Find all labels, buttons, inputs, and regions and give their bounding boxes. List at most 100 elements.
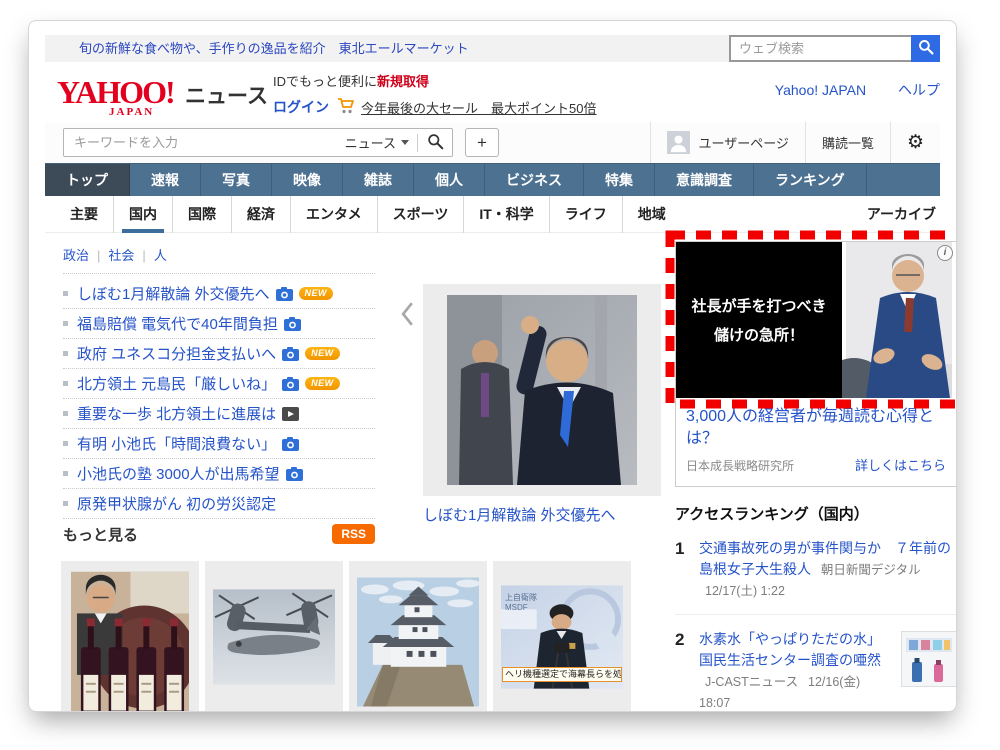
subscription-list-button[interactable]: 購読一覧 — [805, 122, 890, 163]
subscription-list-label: 購読一覧 — [822, 133, 874, 152]
yahoo-logo-japan: JAPAN — [109, 106, 154, 118]
main-photo[interactable] — [423, 284, 661, 496]
access-ranking: アクセスランキング（国内） 1 交通事故死の男が事件関与か ７年前の島根女子大生… — [675, 503, 957, 712]
tab-survey[interactable]: 意識調査 — [655, 164, 754, 196]
subnav-life[interactable]: ライフ — [549, 196, 622, 233]
ad-module: 社長が手を打つべき 儲けの急所！ i — [675, 241, 957, 487]
info-icon[interactable]: i — [937, 245, 953, 261]
id-promo-text: IDでもっと便利に — [273, 74, 377, 89]
ad-headline[interactable]: 3,000人の経営者が毎週読む心得とは？ — [686, 406, 946, 449]
news-row: 小池氏の塾 3000人が出馬希望 — [63, 459, 375, 489]
main-photo-caption[interactable]: しぼむ1月解散論 外交優先へ — [423, 504, 661, 525]
ranking-source: J-CASTニュース — [705, 675, 798, 689]
scope-dropdown[interactable]: ニュース — [337, 133, 417, 152]
camera-icon — [286, 467, 303, 481]
login-link[interactable]: ログイン — [273, 97, 329, 117]
ad-creative[interactable]: 社長が手を打つべき 儲けの急所！ i — [676, 242, 956, 398]
subnav-it-science[interactable]: IT・科学 — [463, 196, 548, 233]
subnav-domestic[interactable]: 国内 — [113, 196, 172, 233]
subnav-world[interactable]: 国際 — [172, 196, 231, 233]
tab-feature[interactable]: 特集 — [584, 164, 655, 196]
subnav-sports[interactable]: スポーツ — [377, 196, 464, 233]
rss-badge[interactable]: RSS — [332, 524, 375, 544]
new-badge: NEW — [299, 287, 334, 301]
strip-photo-wine[interactable] — [61, 561, 199, 712]
bullet-icon — [63, 501, 68, 506]
divider: | — [142, 248, 145, 263]
tab-video[interactable]: 映像 — [272, 164, 343, 196]
search-icon — [918, 39, 934, 58]
new-badge: NEW — [305, 347, 340, 361]
user-controls: ユーザーページ 購読一覧 ⚙ — [650, 122, 940, 163]
yahoo-japan-link[interactable]: Yahoo! JAPAN — [775, 82, 866, 98]
news-link[interactable]: 小池氏の塾 3000人が出馬希望 — [77, 463, 280, 484]
tab-individual[interactable]: 個人 — [414, 164, 485, 196]
news-row: 原発甲状腺がん 初の労災認定 — [63, 489, 375, 519]
new-badge: NEW — [305, 377, 340, 391]
divider: | — [97, 248, 100, 263]
strip-photo-osprey[interactable] — [205, 561, 343, 712]
subnav-entertainment[interactable]: エンタメ — [290, 196, 377, 233]
bullet-icon — [63, 411, 68, 416]
ad-text: 3,000人の経営者が毎週読む心得とは？ 日本成長戦略研究所 詳しくはこちら — [676, 398, 956, 486]
news-link[interactable]: 北方領土 元島民「厳しいね」 — [77, 373, 276, 394]
ad-cta-link[interactable]: 詳しくはこちら — [855, 455, 946, 474]
tab-ranking[interactable]: ランキング — [754, 164, 867, 196]
archive-link[interactable]: アーカイブ — [867, 196, 936, 233]
help-link[interactable]: ヘルプ — [898, 82, 940, 98]
keyword-search-button[interactable] — [418, 129, 452, 156]
subnav-major[interactable]: 主要 — [55, 196, 113, 233]
web-search — [729, 35, 940, 62]
service-name[interactable]: ニュース — [185, 80, 268, 110]
ranking-source: 朝日新聞デジタル — [821, 563, 921, 577]
user-page-button[interactable]: ユーザーページ — [650, 122, 804, 163]
strip-photo-castle[interactable] — [349, 561, 487, 712]
rank-number: 1 — [675, 539, 684, 559]
news-link[interactable]: 原発甲状腺がん 初の労災認定 — [77, 493, 276, 514]
strip-photo-msdf[interactable]: 上自衛隊 MSDF ヘリ機種選定で海幕長らを処分 — [493, 561, 631, 712]
video-icon — [282, 407, 299, 421]
register-link[interactable]: 新規取得 — [377, 74, 429, 89]
promo-link[interactable]: 旬の新鮮な食べ物や、手作りの逸品を紹介 東北エールマーケット — [79, 35, 469, 62]
more-link[interactable]: もっと見る — [63, 527, 138, 544]
news-row: しぼむ1月解散論 外交優先へ NEW — [63, 279, 375, 309]
chevron-left-icon[interactable] — [401, 301, 414, 332]
ranking-item: 1 交通事故死の男が事件関与か ７年前の島根女子大生殺人 朝日新聞デジタル 12… — [675, 538, 957, 615]
category-politics[interactable]: 政治 — [63, 248, 89, 263]
subnav-economy[interactable]: 経済 — [231, 196, 290, 233]
category-people[interactable]: 人 — [154, 248, 167, 263]
add-tab-button[interactable]: + — [465, 128, 499, 157]
ranking-time: 12/17(土) 1:22 — [705, 584, 785, 598]
bullet-icon — [63, 471, 68, 476]
news-link[interactable]: 重要な一歩 北方領土に進展は — [77, 403, 276, 424]
promo-bar: 旬の新鮮な食べ物や、手作りの逸品を紹介 東北エールマーケット — [45, 35, 940, 62]
news-row: 政府 ユネスコ分担金支払いへ NEW — [63, 339, 375, 369]
bullet-icon — [63, 441, 68, 446]
ranking-thumbnail[interactable] — [901, 631, 957, 687]
scope-label: ニュース — [345, 133, 396, 152]
keyword-input[interactable] — [64, 135, 337, 150]
web-search-input[interactable] — [729, 35, 911, 62]
tab-magazine[interactable]: 雑誌 — [343, 164, 414, 196]
news-row: 北方領土 元島民「厳しいね」 NEW — [63, 369, 375, 399]
news-link[interactable]: 有明 小池氏「時間浪費ない」 — [77, 433, 276, 454]
tab-flash[interactable]: 速報 — [130, 164, 201, 196]
camera-icon — [276, 287, 293, 301]
photo-watermark: 上自衛隊 MSDF — [505, 593, 537, 614]
news-link[interactable]: 福島賠償 電気代で40年間負担 — [77, 313, 278, 334]
tab-top[interactable]: トップ — [45, 164, 130, 196]
sale-link[interactable]: 今年最後の大セール 最大ポイント50倍 — [361, 98, 596, 117]
web-search-button[interactable] — [911, 35, 940, 62]
subnav-region[interactable]: 地域 — [622, 196, 681, 233]
camera-icon — [284, 317, 301, 331]
tab-photo[interactable]: 写真 — [201, 164, 272, 196]
camera-icon — [282, 437, 299, 451]
bullet-icon — [63, 351, 68, 356]
news-link[interactable]: 政府 ユネスコ分担金支払いへ — [77, 343, 276, 364]
browser-page: 旬の新鮮な食べ物や、手作りの逸品を紹介 東北エールマーケット YAHOO! JA… — [28, 20, 957, 712]
settings-button[interactable]: ⚙ — [890, 122, 940, 163]
tab-business[interactable]: ビジネス — [485, 164, 584, 196]
category-society[interactable]: 社会 — [108, 248, 134, 263]
ranking-link[interactable]: 水素水「やっぱりただの水」 国民生活センター調査の唖然 — [699, 631, 888, 668]
news-link[interactable]: しぼむ1月解散論 外交優先へ — [77, 283, 270, 304]
